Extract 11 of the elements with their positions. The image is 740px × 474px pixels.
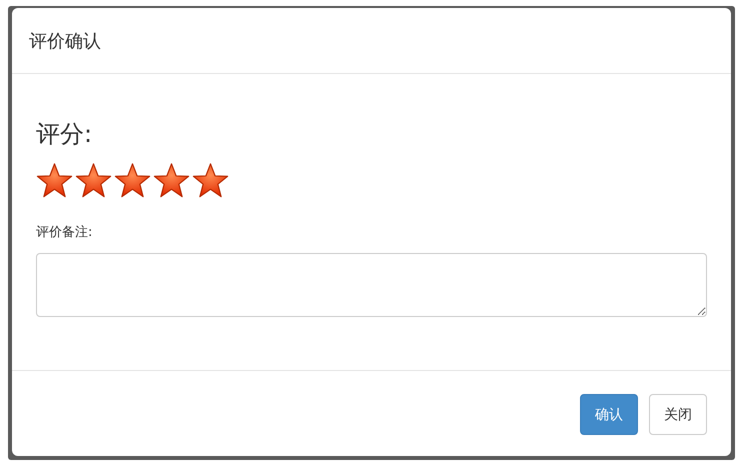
- star-icon[interactable]: [75, 162, 112, 199]
- note-label: 评价备注:: [36, 224, 92, 241]
- star-icon[interactable]: [114, 162, 151, 199]
- star-icon[interactable]: [192, 162, 229, 199]
- note-field[interactable]: [36, 253, 707, 317]
- dialog-title: 评价确认: [29, 30, 101, 52]
- confirm-button[interactable]: 确认: [580, 394, 638, 435]
- rating-label: 评分:: [36, 119, 92, 150]
- star-icon[interactable]: [36, 162, 73, 199]
- close-button[interactable]: 关闭: [649, 394, 707, 435]
- star-icon[interactable]: [153, 162, 190, 199]
